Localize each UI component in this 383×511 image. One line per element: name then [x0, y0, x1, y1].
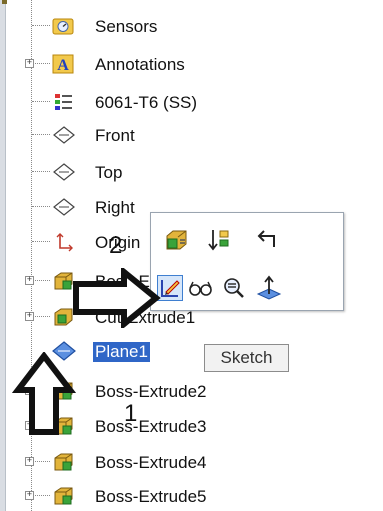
tree-item-boss-extrude5[interactable]: + Boss-Extrude5 [0, 481, 383, 511]
extrude-icon [52, 307, 74, 327]
plane-icon [52, 125, 75, 145]
tree-item-label: Boss-Extrude5 [95, 487, 207, 506]
sketch-tooltip: Sketch [204, 344, 289, 372]
expand-toggle[interactable]: + [25, 457, 34, 466]
tree-connector [32, 206, 50, 207]
up-arrow-annotation [12, 352, 76, 435]
rollback-icon[interactable] [207, 227, 233, 253]
plane-icon [52, 197, 75, 217]
tree-item-sensors[interactable]: Sensors [0, 11, 383, 41]
tree-connector [32, 461, 50, 462]
material-icon [52, 92, 74, 112]
tree-item-label: Top [95, 163, 123, 182]
tree-item-label: Sensors [95, 17, 158, 36]
step-2-label: 2 [109, 232, 123, 259]
extrude-icon [52, 452, 74, 472]
tree-item-label: 6061-T6 (SS) [95, 93, 198, 112]
tree-item-front-plane[interactable]: Front [0, 120, 383, 150]
tree-connector [32, 241, 50, 242]
tree-connector [32, 280, 50, 281]
sensors-folder-icon [52, 16, 74, 36]
expand-toggle[interactable]: + [25, 59, 34, 68]
extrude-icon [52, 486, 74, 506]
tree-item-label: Plane1 [93, 342, 150, 362]
tree-item-boss-extrude4[interactable]: + Boss-Extrude4 [0, 447, 383, 477]
tree-item-annotations[interactable]: + A Annotations [0, 49, 383, 79]
expand-toggle[interactable]: + [25, 276, 34, 285]
tree-item-label: Right [95, 198, 135, 217]
tree-connector [32, 134, 50, 135]
zoom-to-selection-icon[interactable] [221, 275, 247, 301]
expand-toggle[interactable]: + [25, 491, 34, 500]
tree-item-top-plane[interactable]: Top [0, 157, 383, 187]
step-1-label: 1 [124, 400, 138, 427]
extrude-icon [52, 271, 74, 291]
context-toolbar [150, 212, 344, 311]
expand-toggle[interactable]: + [25, 312, 34, 321]
tree-connector [32, 25, 50, 26]
tree-connector [32, 316, 50, 317]
exit-arrow-icon[interactable] [254, 227, 280, 253]
feature-properties-icon[interactable] [164, 227, 190, 253]
tree-connector [32, 171, 50, 172]
plane-icon [52, 162, 75, 182]
tree-item-label: Boss-Extrude3 [95, 417, 207, 436]
tree-item-label: Boss-Extrude2 [95, 382, 207, 401]
tree-connector [32, 495, 50, 496]
tree-item-label: Boss-Extrude4 [95, 453, 207, 472]
tree-item-material[interactable]: 6061-T6 (SS) [0, 87, 383, 117]
tree-connector [32, 63, 50, 64]
tree-connector [32, 101, 50, 102]
tree-item-label: Annotations [95, 55, 185, 74]
annotations-icon: A [52, 54, 74, 74]
tree-item-label: Front [95, 126, 135, 145]
origin-icon [52, 232, 74, 252]
view-glasses-icon[interactable] [187, 275, 213, 301]
normal-to-icon[interactable] [256, 275, 282, 301]
right-arrow-annotation [73, 268, 161, 328]
svg-text:A: A [57, 57, 69, 74]
